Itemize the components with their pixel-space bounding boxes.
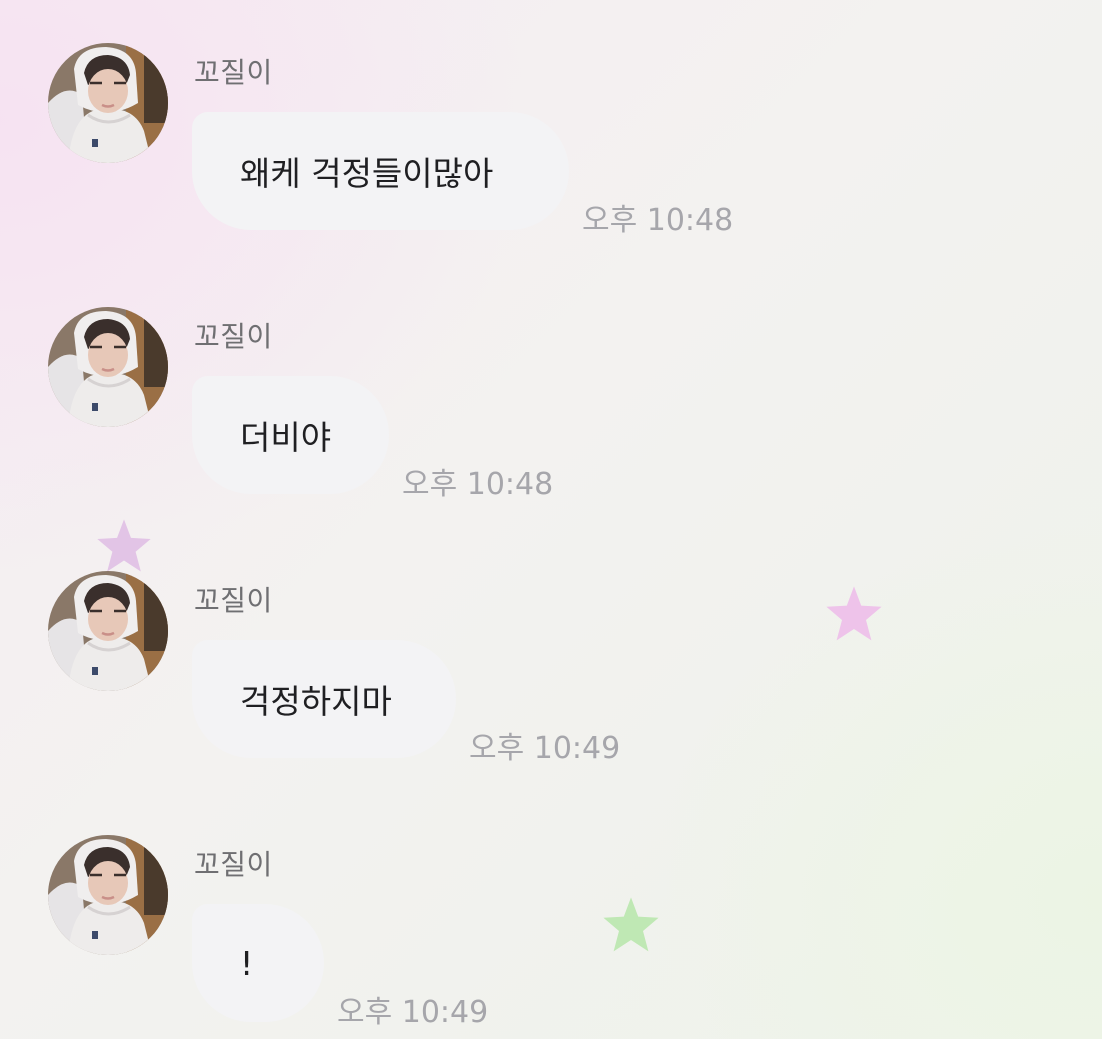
message-text: 걱정하지마: [240, 682, 392, 721]
message-bubble[interactable]: !: [192, 904, 324, 1022]
sender-name: 꼬질이: [194, 56, 273, 89]
message-timestamp: 오후 10:48: [402, 467, 554, 502]
sender-name: 꼬질이: [194, 848, 273, 881]
message-bubble[interactable]: 왜케 걱정들이많아: [192, 112, 569, 230]
message-row: 꼬질이 왜케 걱정들이많아 오후 10:48: [0, 7, 1102, 238]
message-timestamp: 오후 10:49: [469, 731, 621, 766]
message-row: 꼬질이 걱정하지마 오후 10:49: [0, 535, 1102, 766]
message-row: 꼬질이 더비야 오후 10:48: [0, 271, 1102, 502]
chat-view: 꼬질이 왜케 걱정들이많아 오후 10:48 꼬질이 더비야 오후 10:48 …: [0, 0, 1102, 1039]
avatar[interactable]: [48, 43, 168, 163]
avatar[interactable]: [48, 571, 168, 691]
message-timestamp: 오후 10:49: [337, 995, 489, 1030]
message-text: !: [240, 943, 254, 983]
message-text: 왜케 걱정들이많아: [240, 154, 494, 193]
message-bubble[interactable]: 더비야: [192, 376, 389, 494]
sender-name: 꼬질이: [194, 320, 273, 353]
avatar[interactable]: [48, 835, 168, 955]
message-text: 더비야: [240, 418, 332, 457]
message-row: 꼬질이 ! 오후 10:49: [0, 799, 1102, 1030]
avatar[interactable]: [48, 307, 168, 427]
sender-name: 꼬질이: [194, 584, 273, 617]
message-timestamp: 오후 10:48: [582, 203, 734, 238]
message-bubble[interactable]: 걱정하지마: [192, 640, 456, 758]
